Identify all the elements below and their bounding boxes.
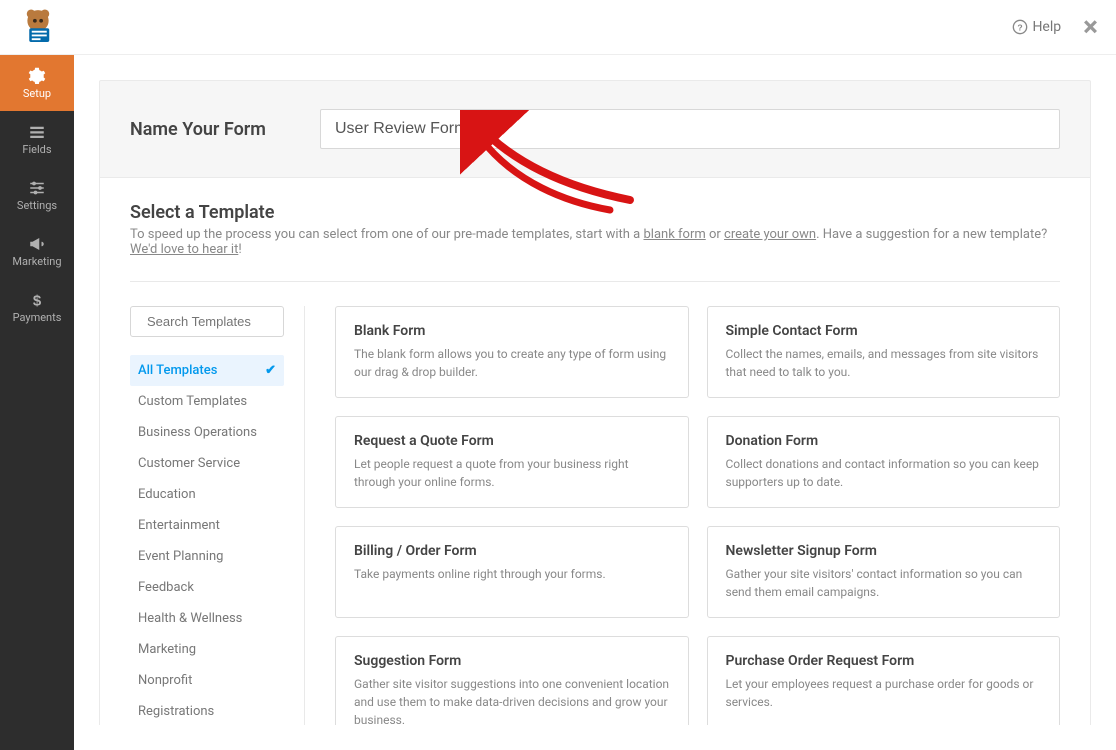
sidenav-item-settings[interactable]: Settings bbox=[0, 167, 74, 223]
template-grid: Blank Form The blank form allows you to … bbox=[335, 306, 1060, 725]
category-item[interactable]: Business Operations bbox=[130, 417, 284, 448]
form-name-input[interactable] bbox=[320, 109, 1060, 149]
template-card-title: Simple Contact Form bbox=[726, 323, 1042, 339]
template-card-desc: Gather your site visitors' contact infor… bbox=[726, 565, 1042, 601]
template-title: Select a Template bbox=[130, 202, 1060, 223]
category-item[interactable]: Feedback bbox=[130, 572, 284, 603]
template-card-title: Billing / Order Form bbox=[354, 543, 670, 559]
help-icon: ? bbox=[1012, 19, 1028, 35]
close-button[interactable]: × bbox=[1083, 13, 1098, 41]
svg-text:$: $ bbox=[33, 292, 42, 309]
template-card[interactable]: Request a Quote Form Let people request … bbox=[335, 416, 689, 508]
gear-icon bbox=[26, 67, 48, 85]
template-card-title: Purchase Order Request Form bbox=[726, 653, 1042, 669]
search-input[interactable] bbox=[145, 313, 325, 330]
template-card[interactable]: Purchase Order Request Form Let your emp… bbox=[707, 636, 1061, 725]
category-list: All Templates✔ Custom Templates Business… bbox=[130, 355, 284, 725]
template-card-title: Newsletter Signup Form bbox=[726, 543, 1042, 559]
sidenav-item-fields[interactable]: Fields bbox=[0, 111, 74, 167]
template-card-title: Donation Form bbox=[726, 433, 1042, 449]
body: Setup Fields Settings Marketing $ Paymen… bbox=[0, 55, 1116, 750]
template-card-desc: The blank form allows you to create any … bbox=[354, 345, 670, 381]
topbar-right: ? Help × bbox=[1012, 13, 1098, 41]
svg-text:?: ? bbox=[1018, 22, 1023, 32]
template-section: Select a Template To speed up the proces… bbox=[99, 177, 1091, 725]
template-card-desc: Take payments online right through your … bbox=[354, 565, 670, 583]
template-card-title: Request a Quote Form bbox=[354, 433, 670, 449]
dollar-icon: $ bbox=[26, 291, 48, 309]
template-layout: All Templates✔ Custom Templates Business… bbox=[130, 281, 1060, 725]
category-item[interactable]: Event Planning bbox=[130, 541, 284, 572]
category-item[interactable]: Health & Wellness bbox=[130, 603, 284, 634]
category-item[interactable]: Nonprofit bbox=[130, 665, 284, 696]
close-icon: × bbox=[1083, 10, 1098, 43]
template-card[interactable]: Simple Contact Form Collect the names, e… bbox=[707, 306, 1061, 398]
sidenav-label: Setup bbox=[23, 87, 51, 100]
blank-form-link[interactable]: blank form bbox=[643, 227, 705, 242]
name-section: Name Your Form bbox=[99, 80, 1091, 177]
create-your-own-link[interactable]: create your own bbox=[724, 227, 816, 242]
template-card-desc: Let people request a quote from your bus… bbox=[354, 455, 670, 491]
category-item[interactable]: Marketing bbox=[130, 634, 284, 665]
template-card[interactable]: Blank Form The blank form allows you to … bbox=[335, 306, 689, 398]
panel: Name Your Form Select a Template To spee… bbox=[99, 80, 1091, 725]
category-item[interactable]: Registrations bbox=[130, 696, 284, 725]
search-templates[interactable] bbox=[130, 306, 284, 337]
suggestion-link[interactable]: We'd love to hear it bbox=[130, 242, 238, 257]
category-item[interactable]: All Templates✔ bbox=[130, 355, 284, 386]
category-item[interactable]: Education bbox=[130, 479, 284, 510]
sliders-icon bbox=[26, 179, 48, 197]
help-link[interactable]: ? Help bbox=[1012, 19, 1061, 35]
template-card-title: Blank Form bbox=[354, 323, 670, 339]
topbar: ? Help × bbox=[0, 0, 1116, 55]
template-card-desc: Collect donations and contact informatio… bbox=[726, 455, 1042, 491]
bullhorn-icon bbox=[26, 235, 48, 253]
check-icon: ✔ bbox=[265, 363, 276, 378]
wpforms-logo-icon bbox=[18, 7, 58, 47]
app-window: ? Help × Setup Fields Settings bbox=[0, 0, 1116, 750]
help-label: Help bbox=[1032, 19, 1061, 35]
template-card[interactable]: Billing / Order Form Take payments onlin… bbox=[335, 526, 689, 618]
template-card-desc: Gather site visitor suggestions into one… bbox=[354, 675, 670, 725]
template-card[interactable]: Suggestion Form Gather site visitor sugg… bbox=[335, 636, 689, 725]
category-item[interactable]: Custom Templates bbox=[130, 386, 284, 417]
stage: Name Your Form Select a Template To spee… bbox=[74, 55, 1116, 750]
sidenav-item-marketing[interactable]: Marketing bbox=[0, 223, 74, 279]
template-card-desc: Let your employees request a purchase or… bbox=[726, 675, 1042, 711]
sidenav-item-setup[interactable]: Setup bbox=[0, 55, 74, 111]
template-card-title: Suggestion Form bbox=[354, 653, 670, 669]
category-item[interactable]: Customer Service bbox=[130, 448, 284, 479]
sidenav-item-payments[interactable]: $ Payments bbox=[0, 279, 74, 335]
list-icon bbox=[26, 123, 48, 141]
template-subtitle: To speed up the process you can select f… bbox=[130, 227, 1060, 257]
template-card[interactable]: Donation Form Collect donations and cont… bbox=[707, 416, 1061, 508]
sidenav-label: Fields bbox=[22, 143, 51, 156]
category-column: All Templates✔ Custom Templates Business… bbox=[130, 306, 305, 725]
sidenav: Setup Fields Settings Marketing $ Paymen… bbox=[0, 55, 74, 750]
category-item[interactable]: Entertainment bbox=[130, 510, 284, 541]
sidenav-label: Marketing bbox=[12, 255, 61, 268]
sidenav-label: Payments bbox=[13, 311, 62, 324]
template-card-desc: Collect the names, emails, and messages … bbox=[726, 345, 1042, 381]
app-logo bbox=[18, 7, 58, 47]
sidenav-label: Settings bbox=[17, 199, 57, 212]
template-card[interactable]: Newsletter Signup Form Gather your site … bbox=[707, 526, 1061, 618]
name-title: Name Your Form bbox=[130, 119, 280, 140]
